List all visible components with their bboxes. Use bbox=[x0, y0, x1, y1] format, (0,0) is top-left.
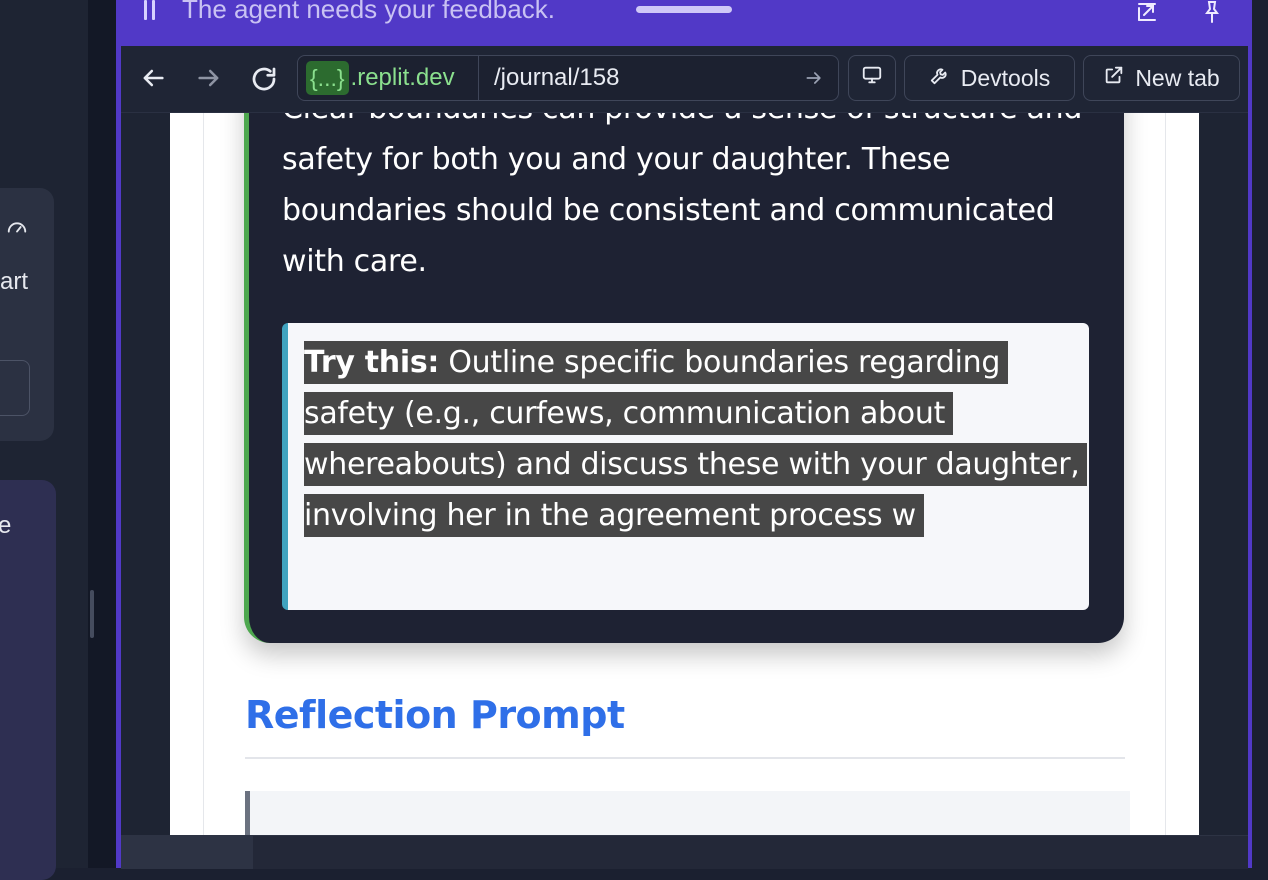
left-card-label: art bbox=[0, 268, 29, 295]
url-domain: .replit.dev bbox=[350, 64, 455, 91]
feedback-bar: The agent needs your feedback. bbox=[116, 0, 1252, 44]
url-bar[interactable]: {...} .replit.dev /journal/158 bbox=[297, 55, 839, 101]
left-card-secondary-label: e bbox=[0, 512, 12, 539]
wrench-icon bbox=[929, 64, 951, 92]
devtools-label: Devtools bbox=[960, 64, 1051, 91]
webpage-viewport[interactable]: Clear boundaries can provide a sense of … bbox=[170, 113, 1199, 835]
reflection-quote-block bbox=[245, 791, 1130, 835]
try-this-text[interactable]: Try this: Outline specific boundaries re… bbox=[304, 337, 1088, 592]
go-arrow-icon[interactable] bbox=[804, 68, 824, 88]
try-this-box: Try this: Outline specific boundaries re… bbox=[282, 323, 1089, 610]
try-this-label: Try this: bbox=[304, 345, 440, 380]
resize-handle[interactable] bbox=[90, 590, 94, 638]
pin-icon[interactable] bbox=[1200, 0, 1228, 24]
reload-icon[interactable] bbox=[249, 64, 279, 94]
forward-arrow-icon[interactable] bbox=[195, 64, 225, 94]
external-link-icon bbox=[1103, 64, 1125, 92]
section-divider bbox=[245, 757, 1125, 759]
active-bottom-tab[interactable] bbox=[121, 836, 253, 869]
url-separator bbox=[478, 56, 479, 100]
domain-pill: {...} .replit.dev bbox=[306, 61, 455, 95]
new-tab-button[interactable]: New tab bbox=[1083, 55, 1240, 101]
left-card-secondary[interactable]: e bbox=[0, 480, 56, 880]
browser-toolbar: {...} .replit.dev /journal/158 Devtools bbox=[121, 46, 1248, 113]
devtools-button[interactable]: Devtools bbox=[904, 55, 1075, 101]
section-heading: Reflection Prompt bbox=[245, 693, 625, 737]
replit-braces-icon: {...} bbox=[306, 61, 349, 95]
feedback-message: The agent needs your feedback. bbox=[182, 0, 555, 24]
pause-icon[interactable] bbox=[142, 0, 156, 22]
back-arrow-icon[interactable] bbox=[139, 64, 169, 94]
left-card: art bbox=[0, 188, 54, 441]
monitor-icon bbox=[861, 64, 883, 92]
url-path-input[interactable]: /journal/158 bbox=[494, 62, 619, 94]
left-card-input[interactable] bbox=[0, 360, 30, 416]
advice-card: Clear boundaries can provide a sense of … bbox=[244, 113, 1124, 643]
device-preview-button[interactable] bbox=[848, 55, 896, 101]
webview-frame: The agent needs your feedback. {...} .re… bbox=[116, 0, 1252, 869]
bottom-tab-strip bbox=[121, 835, 1248, 869]
pop-out-icon[interactable] bbox=[1134, 0, 1162, 24]
card-paragraph: Clear boundaries can provide a sense of … bbox=[282, 113, 1082, 279]
browser-panel: {...} .replit.dev /journal/158 Devtools bbox=[121, 46, 1248, 869]
drag-handle[interactable] bbox=[636, 6, 732, 13]
gauge-icon bbox=[6, 216, 28, 238]
left-app-panel: art e bbox=[0, 0, 88, 880]
panel-gutter bbox=[88, 0, 116, 868]
new-tab-label: New tab bbox=[1135, 64, 1220, 91]
